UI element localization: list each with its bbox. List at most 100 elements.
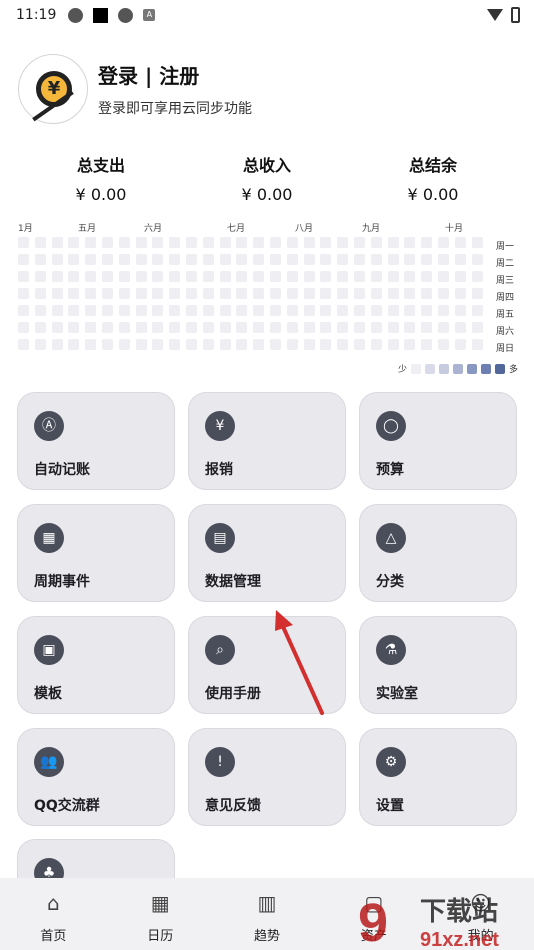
heatmap-cell — [135, 339, 147, 350]
heatmap-month-row: 1月 五月 六月 七月 八月 九月 十月 — [18, 219, 518, 237]
status-time: 11:19 — [16, 7, 57, 23]
heatmap-cell — [85, 339, 97, 350]
heatmap-cell — [68, 237, 80, 248]
lab-icon: ⚗ — [376, 635, 406, 665]
data-management-card[interactable]: ▤ 数据管理 — [188, 504, 346, 602]
heatmap-cell — [253, 271, 265, 282]
heatmap-cell — [270, 305, 281, 316]
total-expense-label: 总支出 — [76, 156, 125, 175]
weekday-label: 周二 — [496, 259, 515, 269]
heatmap-cell — [51, 339, 63, 350]
heatmap-cell — [337, 305, 349, 316]
heatmap-cell — [354, 237, 365, 248]
heatmap-cell — [236, 288, 248, 299]
heatmap-cell — [354, 288, 365, 299]
heatmap-cell — [118, 322, 130, 333]
legend-swatch — [410, 363, 421, 374]
auto-account-card[interactable]: Ⓐ 自动记账 — [17, 392, 175, 490]
heatmap-cell — [18, 271, 29, 282]
home-icon: ⌂ — [47, 891, 60, 915]
heatmap-cell — [286, 237, 298, 248]
heatmap-cell — [370, 322, 382, 333]
heatmap-cell — [186, 322, 197, 333]
heatmap-cell — [202, 271, 214, 282]
qq-group-card[interactable]: 👥 QQ交流群 — [17, 728, 175, 826]
heatmap-cell — [337, 254, 349, 265]
month-label: 八月 — [295, 224, 314, 234]
settings-card[interactable]: ⚙ 设置 — [359, 728, 517, 826]
heatmap-cell — [219, 339, 231, 350]
heatmap-cell — [320, 305, 332, 316]
legend-more-label: 多 — [508, 365, 518, 375]
heatmap-cell — [286, 288, 298, 299]
heatmap-cell — [354, 254, 365, 265]
heatmap-cell — [270, 271, 281, 282]
watermark-domain: 91xz.net — [420, 929, 499, 950]
heatmap-cell — [85, 237, 97, 248]
heatmap-cell — [370, 288, 382, 299]
calendar-icon: ▦ — [34, 523, 64, 553]
heatmap-cell — [152, 288, 164, 299]
heatmap-cell — [370, 237, 382, 248]
watermark-site-name: 下载站 — [420, 897, 498, 927]
card-label: 设置 — [376, 798, 404, 814]
battery-icon — [511, 7, 520, 23]
heatmap-cell — [438, 322, 449, 333]
heatmap-cell — [102, 237, 113, 248]
feedback-card[interactable]: ! 意见反馈 — [188, 728, 346, 826]
heatmap-cell — [34, 288, 46, 299]
recurring-events-card[interactable]: ▦ 周期事件 — [17, 504, 175, 602]
heatmap-cell — [34, 237, 46, 248]
weekday-label: 周三 — [496, 276, 515, 286]
nav-trends[interactable]: ▥ 趋势 — [214, 878, 321, 950]
heatmap-cell — [236, 322, 248, 333]
heatmap-cell — [169, 322, 181, 333]
heatmap-cell — [454, 254, 466, 265]
profile-section[interactable]: ¥ 登录 | 注册 登录即可享用云同步功能 — [18, 54, 252, 124]
month-label: 七月 — [227, 224, 246, 234]
card-label: 报销 — [205, 462, 233, 478]
nav-calendar[interactable]: ▦ 日历 — [107, 878, 214, 950]
data-management-icon: ▤ — [205, 523, 235, 553]
heatmap-cell — [471, 305, 483, 316]
heatmap-cell — [135, 254, 147, 265]
notification-icon — [68, 7, 84, 23]
total-expense-value: ¥ 0.00 — [75, 185, 127, 204]
heatmap-cell — [320, 254, 332, 265]
status-badge: A — [143, 9, 156, 21]
budget-card[interactable]: ◯ 预算 — [359, 392, 517, 490]
login-register-title[interactable]: 登录 | 注册 — [98, 60, 252, 89]
template-card[interactable]: ▣ 模板 — [17, 616, 175, 714]
heatmap-cell — [236, 254, 248, 265]
month-label: 五月 — [78, 224, 97, 234]
category-icon: △ — [376, 523, 406, 553]
heatmap-cell — [135, 271, 147, 282]
heatmap-cell — [253, 254, 265, 265]
heatmap-cell — [51, 254, 63, 265]
reimbursement-card[interactable]: ¥ 报销 — [188, 392, 346, 490]
heatmap-cell — [286, 305, 298, 316]
avatar[interactable]: ¥ — [18, 54, 88, 124]
heatmap-cell — [370, 305, 382, 316]
heatmap-cell — [421, 322, 433, 333]
heatmap-cell — [18, 254, 29, 265]
nav-home[interactable]: ⌂ 首页 — [0, 878, 107, 950]
total-income: 总收入 ¥ 0.00 — [207, 152, 327, 204]
lab-card[interactable]: ⚗ 实验室 — [359, 616, 517, 714]
heatmap-cell — [202, 339, 214, 350]
calendar-icon: ▦ — [150, 891, 170, 915]
heatmap-cell — [169, 254, 181, 265]
heatmap-cell — [18, 322, 29, 333]
notification-icon-2 — [118, 7, 134, 23]
heatmap-cell — [270, 254, 281, 265]
heatmap-cell — [186, 288, 197, 299]
site-watermark: 9 下载站 91xz.net — [358, 893, 499, 950]
category-card[interactable]: △ 分类 — [359, 504, 517, 602]
heatmap-cell — [471, 288, 483, 299]
watermark-number: 9 — [358, 893, 388, 950]
heatmap-cell — [253, 237, 265, 248]
heatmap-cell — [387, 254, 399, 265]
red-arrow-annotation — [275, 610, 324, 715]
heatmap-cell — [320, 237, 332, 248]
heatmap-cell — [219, 305, 231, 316]
